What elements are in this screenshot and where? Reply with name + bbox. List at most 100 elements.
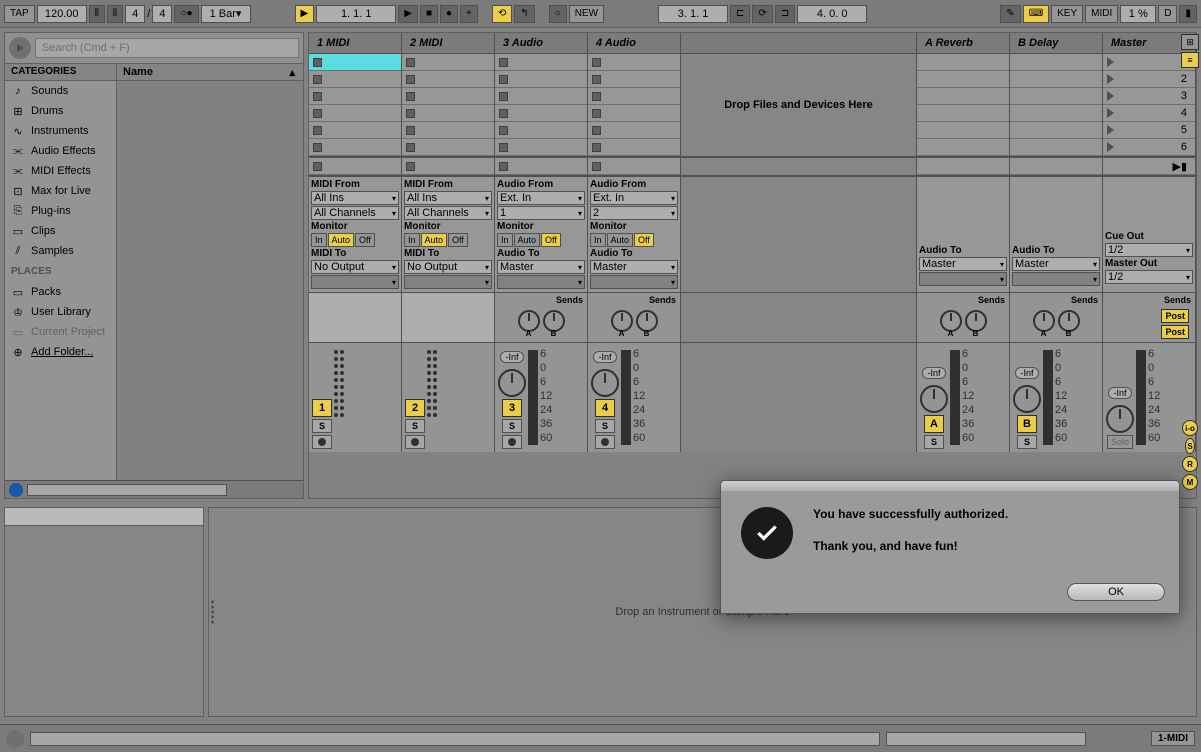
clip-slot[interactable] bbox=[402, 122, 494, 139]
stop-button[interactable]: ■ bbox=[420, 5, 438, 23]
midi-to-select[interactable]: No Output bbox=[404, 260, 492, 274]
clip-slot[interactable] bbox=[309, 122, 401, 139]
scene-launch-6[interactable]: 6 bbox=[1103, 139, 1195, 156]
stop-all-clip-4[interactable] bbox=[588, 158, 680, 175]
solo-button[interactable]: S bbox=[312, 419, 332, 433]
clip-slot[interactable] bbox=[402, 54, 494, 71]
session-record-button[interactable]: ○ bbox=[549, 5, 567, 23]
category-samples[interactable]: ⫽Samples bbox=[5, 241, 116, 261]
stop-all-button[interactable]: ▶▮ bbox=[1103, 158, 1195, 175]
clip-slot[interactable] bbox=[588, 139, 680, 156]
volume-display[interactable]: -Inf bbox=[922, 367, 945, 379]
quantize-menu[interactable]: 1 Bar ▾ bbox=[201, 5, 251, 23]
clip-slot[interactable] bbox=[495, 71, 587, 88]
overdub-button[interactable]: + bbox=[460, 5, 478, 23]
return-b-header[interactable]: B Delay bbox=[1010, 33, 1103, 53]
solo-button[interactable]: S bbox=[924, 435, 944, 449]
stop-all-clip-3[interactable] bbox=[495, 158, 587, 175]
io-toggle[interactable]: i-o bbox=[1182, 420, 1198, 436]
place-user-library[interactable]: ♔User Library bbox=[5, 302, 116, 322]
clip-slot[interactable] bbox=[309, 54, 401, 71]
monitor-in[interactable]: In bbox=[311, 233, 327, 247]
time-sig-num[interactable]: 4 bbox=[125, 5, 145, 23]
follow-button[interactable]: ▶ bbox=[295, 5, 315, 23]
master-out-select[interactable]: 1/2 bbox=[1105, 270, 1193, 284]
clip-slot[interactable] bbox=[495, 88, 587, 105]
scene-launch-5[interactable]: 5 bbox=[1103, 122, 1195, 139]
dialog-titlebar[interactable] bbox=[721, 481, 1179, 491]
loop-length[interactable]: 4. 0. 0 bbox=[797, 5, 867, 23]
track-activator-3[interactable]: 3 bbox=[502, 399, 522, 417]
post-b-button[interactable]: Post bbox=[1161, 325, 1189, 339]
io-empty[interactable] bbox=[311, 275, 399, 289]
clip-view-panel[interactable] bbox=[4, 507, 204, 717]
automation-arm-button[interactable]: ⟲ bbox=[492, 5, 512, 23]
io-empty[interactable] bbox=[919, 272, 1007, 286]
ok-button[interactable]: OK bbox=[1067, 583, 1165, 601]
midi-channel-select[interactable]: All Channels bbox=[404, 206, 492, 220]
send-toggle[interactable]: S bbox=[1185, 438, 1195, 454]
solo-button[interactable]: S bbox=[405, 419, 425, 433]
monitor-auto[interactable]: Auto bbox=[514, 233, 541, 247]
clip-slot[interactable] bbox=[495, 105, 587, 122]
arm-button[interactable] bbox=[502, 435, 522, 449]
clip-slot[interactable] bbox=[309, 139, 401, 156]
draw-mode-button[interactable]: ✎ bbox=[1000, 5, 1020, 23]
clip-slot[interactable] bbox=[402, 105, 494, 122]
overview-bar-2[interactable] bbox=[886, 732, 1086, 746]
pan-knob[interactable] bbox=[920, 385, 948, 413]
category-audio-effects[interactable]: ⫘Audio Effects bbox=[5, 141, 116, 161]
return-toggle[interactable]: R bbox=[1182, 456, 1198, 472]
io-empty[interactable] bbox=[1012, 272, 1100, 286]
audio-to-select[interactable]: Master bbox=[497, 260, 585, 274]
audio-from-select[interactable]: Ext. In bbox=[497, 191, 585, 205]
io-empty[interactable] bbox=[590, 275, 678, 289]
mixer-toggle[interactable]: M bbox=[1182, 474, 1198, 490]
pan-knob[interactable] bbox=[591, 369, 619, 397]
return-a-header[interactable]: A Reverb bbox=[917, 33, 1010, 53]
clip-slot[interactable] bbox=[588, 122, 680, 139]
record-button[interactable]: ● bbox=[440, 5, 458, 23]
clip-slot[interactable] bbox=[402, 71, 494, 88]
stop-all-clip-2[interactable] bbox=[402, 158, 494, 175]
monitor-in[interactable]: In bbox=[404, 233, 420, 247]
midi-channel-select[interactable]: All Channels bbox=[311, 206, 399, 220]
category-plugins[interactable]: ⎘Plug-ins bbox=[5, 201, 116, 221]
volume-display[interactable]: -Inf bbox=[1108, 387, 1131, 399]
arrangement-view-button[interactable]: ≡ bbox=[1181, 52, 1199, 68]
tempo-display[interactable]: 120.00 bbox=[37, 5, 87, 23]
arm-button[interactable] bbox=[595, 435, 615, 449]
punch-in-button[interactable]: ⊏ bbox=[730, 5, 750, 23]
key-map-button[interactable]: KEY bbox=[1051, 5, 1083, 23]
solo-button[interactable]: S bbox=[502, 419, 522, 433]
monitor-auto[interactable]: Auto bbox=[607, 233, 634, 247]
track-activator-a[interactable]: A bbox=[924, 415, 944, 433]
arm-button[interactable] bbox=[312, 435, 332, 449]
category-max-for-live[interactable]: ⊡Max for Live bbox=[5, 181, 116, 201]
arrangement-position[interactable]: 1. 1. 1 bbox=[316, 5, 396, 23]
place-current-project[interactable]: ▭Current Project bbox=[5, 322, 116, 342]
send-b-knob[interactable]: B bbox=[543, 310, 565, 332]
monitor-off[interactable]: Off bbox=[634, 233, 654, 247]
clip-slot[interactable] bbox=[495, 139, 587, 156]
send-b-knob[interactable]: B bbox=[965, 310, 987, 332]
send-b-knob[interactable]: B bbox=[1058, 310, 1080, 332]
clip-slot[interactable] bbox=[588, 105, 680, 122]
clip-slot[interactable] bbox=[495, 122, 587, 139]
computer-midi-button[interactable]: ⌨ bbox=[1023, 5, 1049, 23]
audio-channel-select[interactable]: 2 bbox=[590, 206, 678, 220]
midi-map-button[interactable]: MIDI bbox=[1085, 5, 1118, 23]
scene-launch-4[interactable]: 4 bbox=[1103, 105, 1195, 122]
pan-knob[interactable] bbox=[1106, 405, 1134, 433]
tap-button[interactable]: TAP bbox=[4, 5, 35, 23]
groove-icon[interactable] bbox=[9, 483, 23, 497]
resize-grip-icon[interactable] bbox=[211, 601, 214, 624]
disk-overload-button[interactable]: D bbox=[1158, 5, 1177, 23]
pan-knob[interactable] bbox=[1013, 385, 1041, 413]
category-sounds[interactable]: ♪Sounds bbox=[5, 81, 116, 101]
audio-to-select[interactable]: Master bbox=[919, 257, 1007, 271]
name-column-header[interactable]: Name▴ bbox=[117, 64, 303, 80]
track-header-1[interactable]: 1 MIDI bbox=[309, 33, 402, 53]
track-header-2[interactable]: 2 MIDI bbox=[402, 33, 495, 53]
loop-button[interactable]: ⟳ bbox=[752, 5, 772, 23]
